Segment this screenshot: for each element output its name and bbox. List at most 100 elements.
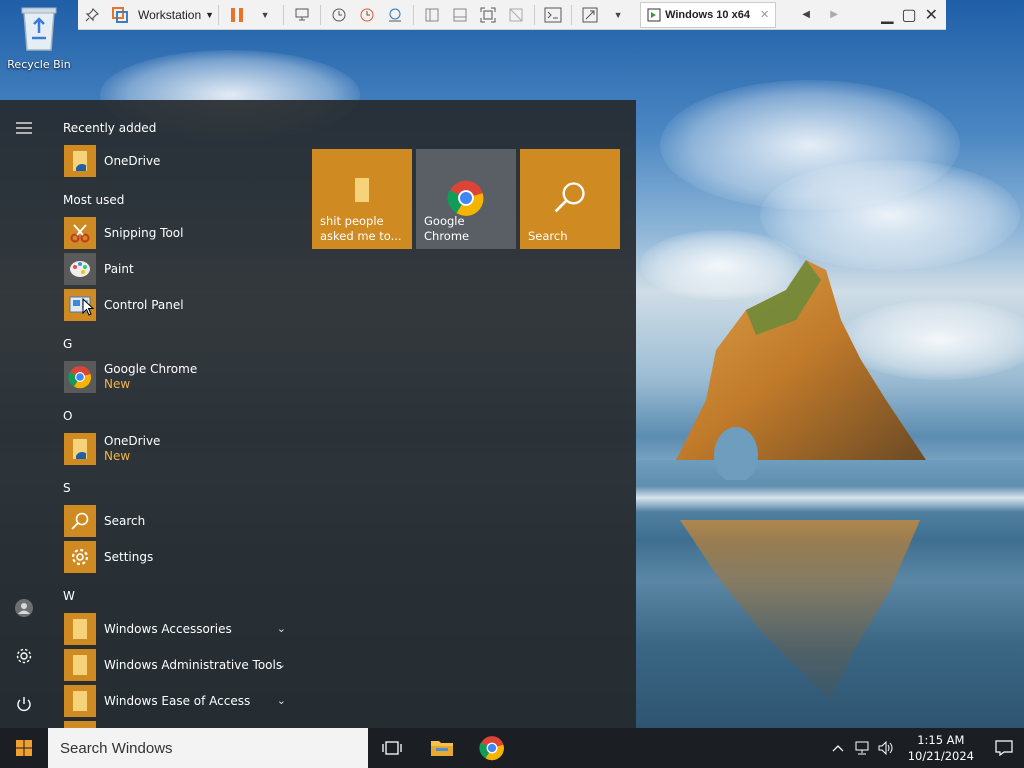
console-icon[interactable] [541, 3, 565, 27]
toolbar-separator [413, 4, 415, 25]
tab-windows-10[interactable]: Windows 10 x64 ✕ [640, 1, 777, 28]
chevron-up-icon[interactable] [826, 728, 850, 768]
chrome-icon [416, 179, 516, 217]
network-icon[interactable] [850, 728, 874, 768]
minimize-icon[interactable]: ▁ [881, 5, 893, 25]
tab-scroll-right-icon[interactable]: ▶ [822, 3, 846, 27]
maximize-icon[interactable]: ▢ [901, 5, 916, 25]
search-placeholder: Search Windows [60, 739, 173, 757]
stretch-icon[interactable] [578, 3, 602, 27]
clock[interactable]: 1:15 AM 10/21/2024 [898, 732, 984, 764]
pause-button[interactable] [225, 3, 249, 27]
sidebar-toggle-icon[interactable] [420, 3, 444, 27]
start-button[interactable] [0, 728, 48, 768]
taskbar-search-box[interactable]: Search Windows [48, 728, 368, 768]
folder-icon [64, 721, 96, 728]
action-center-button[interactable] [984, 728, 1024, 768]
close-icon[interactable]: ✕ [925, 5, 938, 25]
volume-icon[interactable] [874, 728, 898, 768]
user-account-icon[interactable] [12, 596, 36, 620]
chrome-taskbar-button[interactable] [468, 728, 516, 768]
recycle-bin[interactable]: Recycle Bin [4, 4, 74, 76]
clock-date: 10/21/2024 [907, 749, 974, 763]
folder-icon [64, 613, 96, 645]
app-item-settings[interactable]: Settings [64, 540, 294, 574]
workstation-label: Workstation [138, 7, 202, 22]
workstation-menu[interactable]: Workstation ▼ [138, 8, 214, 22]
power-icon[interactable] [12, 692, 36, 716]
tile-google-chrome[interactable]: Google Chrome [416, 149, 516, 249]
app-label: Snipping Tool [104, 225, 184, 240]
send-keys-icon[interactable] [290, 3, 314, 27]
file-explorer-button[interactable] [418, 728, 466, 768]
app-label: OneDrive [104, 153, 161, 168]
app-item-partial [64, 720, 294, 728]
app-item-search[interactable]: Search [64, 504, 294, 538]
app-item-snipping-tool[interactable]: Snipping Tool [64, 216, 294, 250]
chevron-down-icon: ▼ [205, 9, 215, 20]
thumbnail-bar-icon[interactable] [448, 3, 472, 27]
app-item-windows-accessories[interactable]: Windows Accessories ⌄ [64, 612, 294, 646]
group-header-g[interactable]: G [63, 337, 72, 351]
toolbar-separator [218, 4, 220, 25]
hamburger-menu-icon[interactable] [12, 116, 36, 140]
paint-palette-icon [64, 253, 96, 285]
pin-icon[interactable] [80, 3, 104, 27]
new-badge: New [104, 449, 131, 463]
app-item-onedrive[interactable]: OneDrive New [64, 432, 294, 466]
chevron-down-icon[interactable]: ⌄ [277, 622, 286, 635]
scissors-icon [64, 217, 96, 249]
folder-onedrive-icon [64, 145, 96, 177]
revert-snapshot-icon[interactable] [355, 3, 379, 27]
window-controls: ▁ ▢ ✕ [881, 5, 946, 25]
snapshot-icon[interactable] [327, 3, 351, 27]
fullscreen-icon[interactable] [476, 3, 500, 27]
vmware-logo-icon[interactable] [108, 3, 132, 27]
app-item-windows-administrative-tools[interactable]: Windows Administrative Tools ⌄ [64, 648, 294, 682]
app-item-windows-ease-of-access[interactable]: Windows Ease of Access ⌄ [64, 684, 294, 718]
chevron-down-icon[interactable]: ⌄ [277, 658, 286, 671]
tile-search[interactable]: Search [520, 149, 620, 249]
vm-tab-icon [647, 8, 661, 21]
app-item-control-panel[interactable]: Control Panel [64, 288, 294, 322]
file-explorer-icon [431, 741, 453, 756]
notification-icon [995, 740, 1013, 756]
app-label: Google Chrome [104, 362, 198, 376]
tab-close-icon[interactable]: ✕ [760, 8, 769, 21]
toolbar-separator [571, 4, 573, 25]
snapshot-manager-icon[interactable] [383, 3, 407, 27]
app-item-paint[interactable]: Paint [64, 252, 294, 286]
search-icon [520, 179, 620, 215]
app-item-onedrive-recent[interactable]: OneDrive [64, 144, 294, 178]
settings-gear-icon[interactable] [12, 644, 36, 668]
new-badge: New [104, 377, 131, 391]
search-icon [64, 505, 96, 537]
app-label: Paint [104, 261, 134, 276]
tab-label: Windows 10 x64 [665, 8, 750, 21]
app-label: Search [104, 513, 146, 528]
stretch-dropdown-icon[interactable]: ▼ [606, 3, 630, 27]
tile-label: shit people asked me to... [320, 214, 402, 243]
app-label: Control Panel [104, 297, 184, 312]
tile-label: Google Chrome [424, 214, 470, 243]
windows-logo-icon [16, 740, 32, 756]
unity-icon[interactable] [504, 3, 528, 27]
task-view-icon [382, 741, 402, 755]
taskbar: Search Windows 1:15 AM 10/21/2024 [0, 728, 1024, 768]
app-list: Recently added OneDrive Most used Snippi… [48, 100, 298, 728]
gear-icon [64, 541, 96, 573]
recently-added-header: Recently added [63, 121, 157, 135]
recycle-bin-icon [21, 7, 57, 51]
power-dropdown-icon[interactable]: ▼ [253, 3, 277, 27]
group-header-w[interactable]: W [63, 589, 75, 603]
task-view-button[interactable] [368, 728, 416, 768]
app-item-google-chrome[interactable]: Google Chrome New [64, 360, 294, 394]
tile-folder[interactable]: shit people asked me to... [312, 149, 412, 249]
folder-icon [64, 649, 96, 681]
tab-scroll-left-icon[interactable]: ◀ [794, 3, 818, 27]
group-header-o[interactable]: O [63, 409, 72, 423]
chrome-icon [479, 736, 504, 761]
group-header-s[interactable]: S [63, 481, 71, 495]
chevron-down-icon[interactable]: ⌄ [277, 694, 286, 707]
most-used-header: Most used [63, 193, 125, 207]
